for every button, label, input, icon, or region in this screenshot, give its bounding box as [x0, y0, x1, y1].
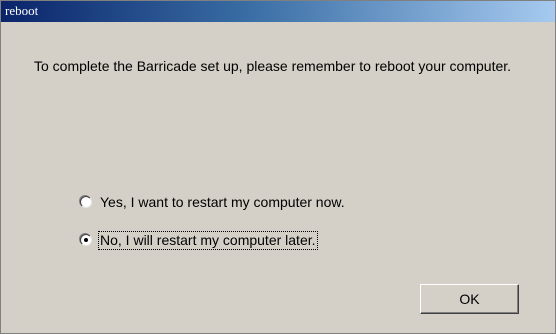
restart-now-label[interactable]: Yes, I want to restart my computer now.	[99, 194, 346, 211]
window-title: reboot	[5, 3, 39, 18]
radio-restart-now[interactable]	[80, 196, 92, 208]
title-bar[interactable]: reboot	[1, 1, 555, 22]
reboot-message: To complete the Barricade set up, please…	[34, 58, 512, 74]
restart-later-option[interactable]: No, I will restart my computer later.	[80, 230, 318, 250]
ok-button[interactable]: OK	[420, 284, 519, 314]
radio-restart-later[interactable]	[80, 234, 92, 246]
reboot-dialog: reboot To complete the Barricade set up,…	[0, 0, 556, 334]
restart-later-label[interactable]: No, I will restart my computer later.	[98, 230, 318, 250]
restart-now-option[interactable]: Yes, I want to restart my computer now.	[80, 192, 346, 212]
